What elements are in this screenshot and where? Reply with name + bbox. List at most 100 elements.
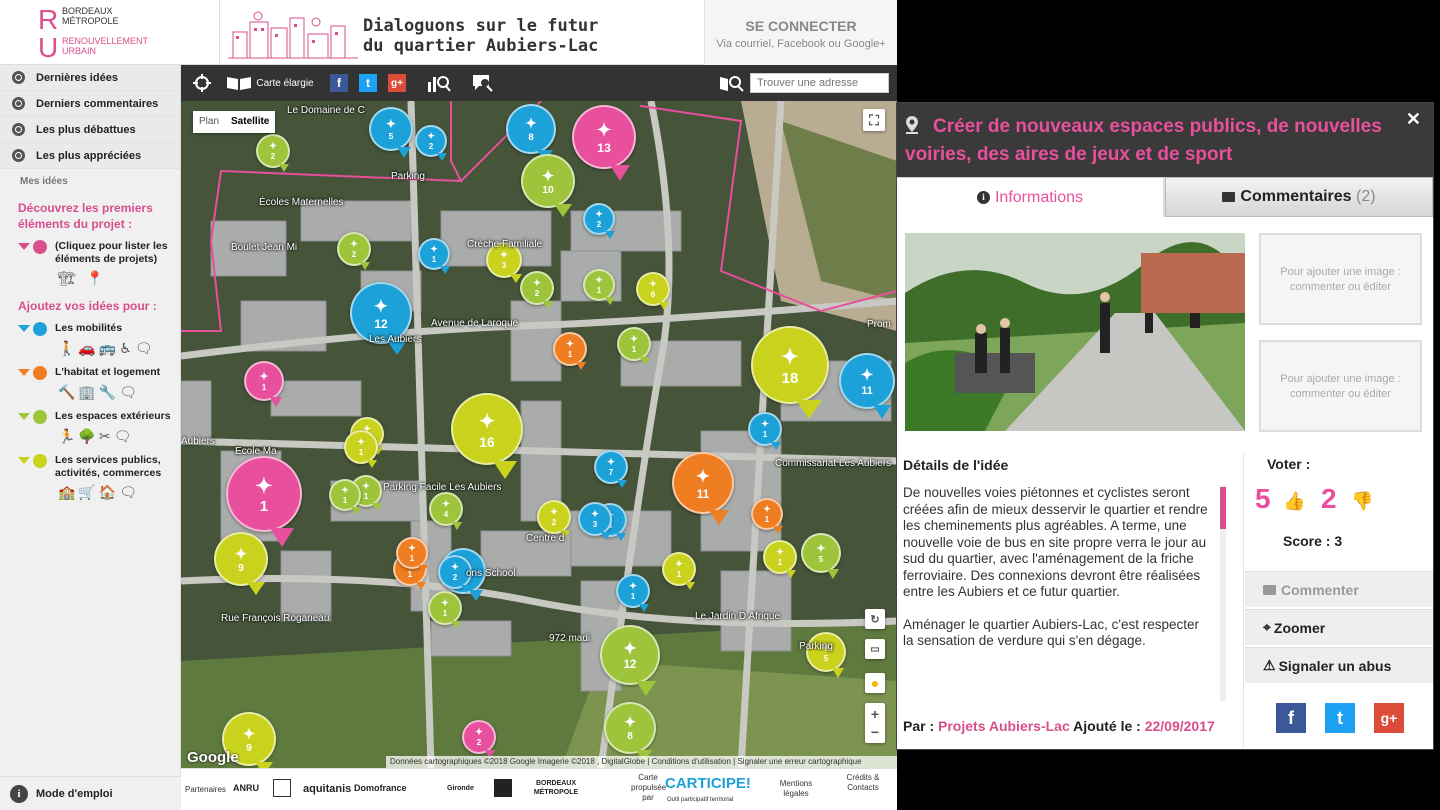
idea-marker[interactable]: ✦ 13 xyxy=(572,105,636,181)
idea-marker[interactable]: ✦ 11 xyxy=(839,353,895,419)
idea-marker[interactable]: ✦1 xyxy=(344,430,378,468)
idea-marker[interactable]: ✦1 xyxy=(418,238,450,274)
close-button[interactable]: ✕ xyxy=(1406,109,1421,130)
idea-marker[interactable]: ✦ 12 xyxy=(600,625,660,696)
idea-marker[interactable]: ✦1 xyxy=(553,332,587,370)
idea-marker[interactable]: ✦6 xyxy=(636,272,670,310)
scrollbar-thumb[interactable] xyxy=(1220,487,1226,529)
idea-marker[interactable]: ✦ 2 xyxy=(256,134,290,172)
bordeaux-metropole-logo[interactable]: BORDEAUX MÉTROPOLE xyxy=(523,779,589,797)
nav-dernieres-idees[interactable]: Dernières idées xyxy=(0,65,180,91)
carticipe-logo[interactable]: CARTICIPE! xyxy=(665,775,751,792)
mentions-legales-link[interactable]: Mentions légales xyxy=(775,779,817,799)
idea-marker[interactable]: ✦1 xyxy=(751,498,783,534)
idea-marker[interactable]: ✦ 2 xyxy=(583,203,615,239)
idea-marker[interactable]: ✦ 2 xyxy=(537,500,571,538)
zoom-in-button[interactable]: + xyxy=(871,705,879,723)
facebook-share-button[interactable]: f xyxy=(327,65,351,101)
comment-button[interactable]: Commenter xyxy=(1245,571,1433,607)
idea-marker[interactable]: ✦ 5 xyxy=(806,632,846,678)
address-search-button[interactable] xyxy=(717,65,747,101)
idea-marker[interactable]: ✦1 xyxy=(617,327,651,365)
exterior-icons[interactable]: 🏃🌳✂🗨 xyxy=(0,424,180,446)
google-plus-share-button[interactable]: g+ xyxy=(1374,703,1404,733)
nav-plus-debattues[interactable]: Les plus débattues xyxy=(0,117,180,143)
thumbs-down-icon[interactable]: 👎 xyxy=(1351,491,1373,512)
aquitanis-logo[interactable]: aquitanis xyxy=(303,783,351,795)
connect-button[interactable]: SE CONNECTER Via courriel, Facebook ou G… xyxy=(704,0,897,65)
idea-marker[interactable]: ✦1 xyxy=(428,591,462,629)
idea-marker[interactable]: ✦ 5 xyxy=(801,533,841,579)
idea-marker[interactable]: ✦ 2 xyxy=(337,232,371,270)
idea-marker[interactable]: ✦ 11 xyxy=(672,452,734,525)
gironde-logo[interactable]: Gironde xyxy=(447,785,474,792)
report-abuse-button[interactable]: ⚠ Signaler un abus xyxy=(1245,647,1433,683)
fullscreen-button[interactable]: ⛶ xyxy=(863,109,885,131)
tab-informations[interactable]: i Informations xyxy=(897,177,1163,217)
idea-marker[interactable]: ✦ 7 xyxy=(594,450,628,488)
idea-photo[interactable] xyxy=(905,233,1245,431)
zoom-button[interactable]: ⌖ Zoomer xyxy=(1245,609,1433,645)
google-plus-share-button[interactable]: g+ xyxy=(385,65,409,101)
habitat-icons[interactable]: 🔨🏢🔧🗨 xyxy=(0,380,180,402)
thumbs-up-icon[interactable]: 👍 xyxy=(1283,491,1305,512)
idea-marker[interactable]: ✦ 8 xyxy=(604,702,656,763)
idea-marker[interactable]: ✦ 4 xyxy=(429,492,463,530)
address-search-input[interactable] xyxy=(750,73,889,93)
idea-marker[interactable]: ✦1 xyxy=(244,361,284,407)
idea-marker[interactable]: ✦1 xyxy=(396,537,428,573)
idea-marker[interactable]: ✦ 16 xyxy=(451,393,523,479)
street-view-button[interactable]: ● xyxy=(865,673,885,693)
partner-logo[interactable] xyxy=(494,779,512,797)
anru-logo[interactable]: ANRU xyxy=(233,783,259,793)
idea-marker[interactable]: ✦1 xyxy=(616,574,650,612)
idea-marker[interactable]: ✦1 xyxy=(748,412,782,450)
add-image-placeholder-2[interactable]: Pour ajouter une image : commenter ou éd… xyxy=(1259,340,1422,432)
satellite-button[interactable]: Satellite xyxy=(225,111,275,133)
nav-mes-idees[interactable]: Mes idées xyxy=(0,169,180,193)
idea-marker[interactable]: ✦ 9 xyxy=(214,532,268,595)
domofrance-logo[interactable]: Domofrance xyxy=(354,783,407,793)
twitter-share-button[interactable]: t xyxy=(1325,703,1355,733)
category-espaces-exterieurs[interactable]: Les espaces extérieurs xyxy=(0,402,180,424)
idea-marker[interactable]: ✦ 2 xyxy=(520,271,554,309)
idea-marker[interactable]: ✦ 5 xyxy=(369,107,413,158)
idea-marker[interactable]: ✦1 xyxy=(329,479,361,515)
tab-commentaires[interactable]: Commentaires (2) xyxy=(1165,177,1433,217)
description-scrollbar[interactable] xyxy=(1220,485,1226,701)
mode-emploi-button[interactable]: i Mode d'emploi xyxy=(0,776,181,810)
idea-marker[interactable]: ✦ 8 xyxy=(506,104,556,162)
logo[interactable]: R U BORDEAUX MÉTROPOLE RENOUVELLEMENT URBA… xyxy=(0,0,220,65)
search-ideas-button[interactable] xyxy=(469,65,497,101)
zoom-out-button[interactable]: − xyxy=(871,723,879,741)
locate-button[interactable] xyxy=(187,65,217,101)
idea-marker[interactable]: ✦1 xyxy=(226,456,302,547)
services-icons[interactable]: 🏫🛒🏠🗨 xyxy=(0,480,180,502)
credits-contacts-link[interactable]: Crédits & Contacts xyxy=(843,773,883,793)
idea-marker[interactable]: ✦1 xyxy=(583,269,615,305)
twitter-share-button[interactable]: t xyxy=(356,65,380,101)
category-mobilites[interactable]: Les mobilités xyxy=(0,314,180,336)
idea-marker[interactable]: ✦3 xyxy=(578,502,612,540)
nav-plus-appreciees[interactable]: Les plus appréciées xyxy=(0,143,180,169)
author-link[interactable]: Projets Aubiers-Lac xyxy=(938,718,1070,734)
idea-marker[interactable]: ✦ 10 xyxy=(521,154,575,217)
tilt-button[interactable]: ▭ xyxy=(865,639,885,659)
map-attribution[interactable]: Données cartographiques ©2018 Google Ima… xyxy=(386,756,897,768)
category-habitat[interactable]: L'habitat et logement xyxy=(0,358,180,380)
plan-button[interactable]: Plan xyxy=(193,111,225,133)
rotate-button[interactable]: ↻ xyxy=(865,609,885,629)
facebook-share-button[interactable]: f xyxy=(1276,703,1306,733)
discover-project-elements[interactable]: (Cliquez pour lister les éléments de pro… xyxy=(0,232,180,266)
category-services-publics[interactable]: Les services publics, activités, commerc… xyxy=(0,446,180,480)
add-image-placeholder-1[interactable]: Pour ajouter une image : commenter ou éd… xyxy=(1259,233,1422,325)
map-view[interactable]: ✦ 5 ✦ 2 ✦ 8 ✦ 13 ✦ 10 ✦ 12 ✦ 16 ✦ 18 ✦ 11 ✦ 1 ✦ 9 ✦ 11 ✦ 12 ✦ 5 ✦ 9 ✦ 8… xyxy=(181,101,897,768)
idea-marker[interactable]: ✦1 xyxy=(763,540,797,578)
carte-elargie-button[interactable]: Carte élargie xyxy=(225,65,315,101)
idea-marker[interactable]: ✦ 2 xyxy=(415,125,447,161)
idea-marker[interactable]: ✦ 18 xyxy=(751,326,829,419)
stats-button[interactable] xyxy=(425,65,453,101)
idea-marker[interactable]: ✦ 2 xyxy=(462,720,496,758)
idea-marker[interactable]: ✦1 xyxy=(662,552,696,590)
partner-logo[interactable] xyxy=(273,779,291,797)
